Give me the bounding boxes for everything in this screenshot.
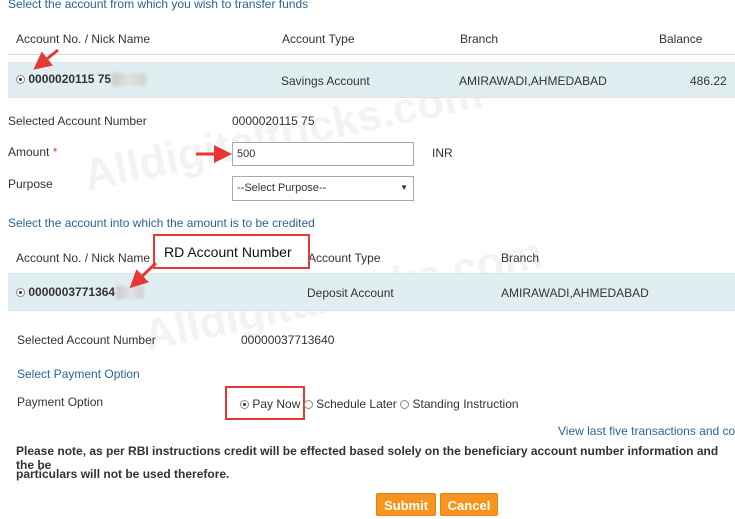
rbi-note-line2: particulars will not be used therefore. (16, 467, 230, 481)
header-account-type: Account Type (308, 251, 381, 265)
submit-button[interactable]: Submit (376, 493, 436, 516)
debit-balance: 486.22 (690, 74, 727, 88)
rd-account-callout: RD Account Number (153, 234, 310, 269)
debit-section-title: Select the account from which you wish t… (8, 0, 309, 11)
pay-now-option[interactable]: Pay Now (240, 397, 300, 411)
pay-now-radio[interactable] (240, 400, 249, 410)
header-account: Account No. / Nick Name (16, 251, 151, 265)
payment-options: Pay Now Schedule Later Standing Instruct… (240, 397, 519, 411)
selected-debit-value: 0000020115 75 (232, 114, 315, 128)
debit-account-type: Savings Account (281, 74, 370, 88)
purpose-label: Purpose (8, 177, 53, 191)
selected-credit-label: Selected Account Number (17, 333, 156, 347)
credit-account-radio[interactable] (16, 288, 25, 298)
standing-instruction-option[interactable]: Standing Instruction (400, 397, 519, 411)
masked-digits (116, 286, 145, 300)
debit-account-row[interactable]: 0000020115 75 Savings Account AMIRAWADI,… (8, 62, 735, 98)
standing-instruction-radio[interactable] (400, 400, 410, 410)
header-balance: Balance (659, 32, 703, 46)
header-account-type: Account Type (282, 32, 355, 46)
header-account: Account No. / Nick Name (16, 32, 151, 46)
schedule-later-radio[interactable] (303, 400, 313, 410)
credit-account-number: 0000003771364 (28, 285, 116, 299)
credit-account-row[interactable]: 0000003771364 Deposit Account AMIRAWADI,… (8, 273, 735, 311)
debit-table-header: Account No. / Nick Name Account Type Bra… (8, 23, 735, 55)
amount-input[interactable] (232, 142, 414, 166)
header-branch: Branch (501, 251, 540, 265)
purpose-selected-value: --Select Purpose-- (237, 182, 327, 194)
masked-digits (112, 73, 147, 87)
selected-credit-value: 00000037713640 (241, 333, 335, 347)
debit-branch: AMIRAWADI,AHMEDABAD (459, 74, 607, 88)
purpose-select[interactable]: --Select Purpose-- ▼ (232, 176, 414, 201)
required-mark: * (52, 145, 58, 159)
credit-section-title: Select the account into which the amount… (8, 216, 315, 230)
debit-account-radio[interactable] (16, 75, 25, 85)
credit-branch: AMIRAWADI,AHMEDABAD (501, 286, 649, 300)
view-last-transactions-link[interactable]: View last five transactions and cor (558, 424, 735, 438)
credit-account-type: Deposit Account (307, 286, 394, 300)
amount-currency: INR (432, 146, 453, 160)
credit-table-header: Account No. / Nick Name Account Type Bra… (8, 242, 735, 274)
cancel-button[interactable]: Cancel (440, 493, 498, 516)
payment-section-title: Select Payment Option (17, 367, 140, 381)
amount-label: Amount * (8, 145, 58, 159)
chevron-down-icon: ▼ (400, 183, 408, 192)
header-branch: Branch (460, 32, 499, 46)
schedule-later-option[interactable]: Schedule Later (303, 397, 397, 411)
debit-account-number: 0000020115 75 (28, 72, 112, 86)
payment-option-label: Payment Option (17, 395, 104, 409)
selected-debit-label: Selected Account Number (8, 114, 147, 128)
